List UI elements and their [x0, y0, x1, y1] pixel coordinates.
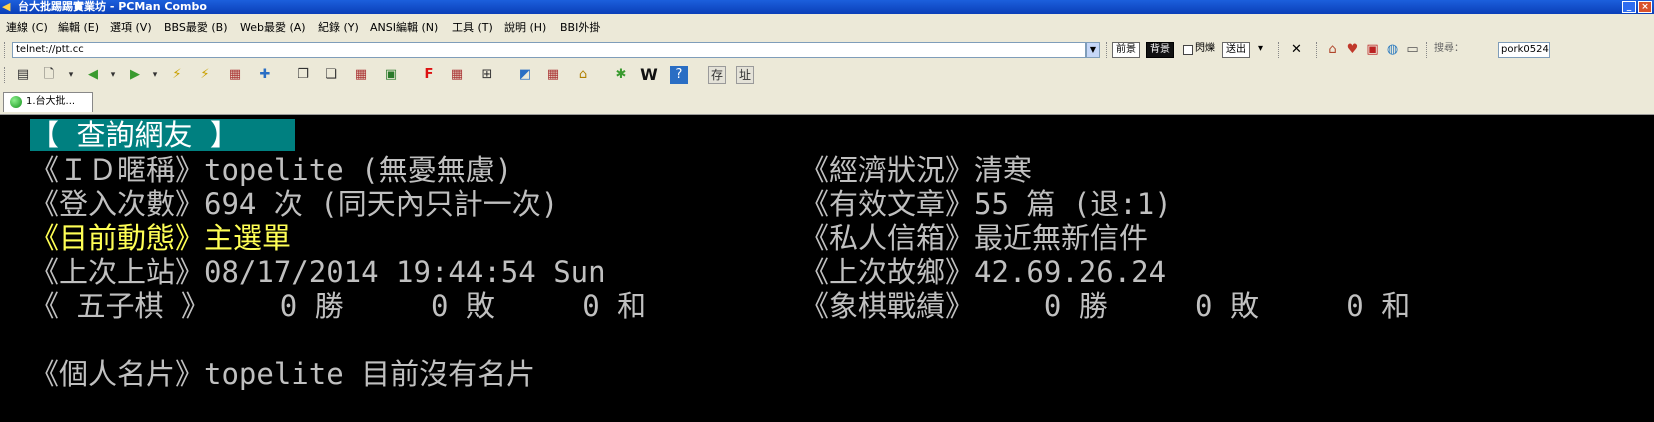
toolbar-grip[interactable]: [1106, 42, 1110, 58]
home-icon[interactable]: ⌂: [1324, 41, 1341, 58]
menu-edit[interactable]: 編輯 (E): [58, 19, 99, 35]
foreground-color-button[interactable]: 前景: [1112, 42, 1140, 58]
dropdown-icon[interactable]: ▾: [104, 66, 122, 84]
tab-connection-1[interactable]: 1.台大批...: [3, 92, 93, 112]
favorites-icon[interactable]: ♥: [1344, 41, 1361, 58]
menu-bar: 連線 (C) 編輯 (E) 選項 (V) BBS最愛 (B) Web最愛 (A)…: [0, 14, 1654, 38]
toolbar-grip[interactable]: [1278, 42, 1282, 58]
menu-log[interactable]: 紀錄 (Y): [318, 19, 359, 35]
send-dropdown-icon[interactable]: ▾: [1258, 42, 1263, 56]
copy-ansi-icon[interactable]: ▦: [352, 66, 370, 84]
address-button[interactable]: 址: [736, 66, 754, 84]
disconnect-icon[interactable]: ▦: [226, 66, 244, 84]
query-icon[interactable]: ?: [670, 66, 688, 84]
address-input[interactable]: telnet://ptt.cc: [12, 42, 1086, 58]
terminal-line-id: 《ＩＤ暱稱》topelite (無憂無慮): [30, 153, 513, 187]
settings-icon[interactable]: ▦: [544, 66, 562, 84]
terminal-line-logins: 《登入次數》694 次 (同天內只計一次): [30, 187, 559, 221]
globe-icon[interactable]: ◍: [1384, 41, 1401, 58]
terminal-line-chess: 《象棋戰績》 0 勝 0 敗 0 和: [800, 289, 1411, 323]
terminal-line-gomoku: 《 五子棋 》 0 勝 0 敗 0 和: [30, 289, 647, 323]
paste-ansi-icon[interactable]: ▣: [382, 66, 400, 84]
title-bar: ◀ 台大批踢踢實業坊 - PCMan Combo _ ×: [0, 0, 1654, 14]
tab-bar: 1.台大批...: [0, 88, 1654, 115]
toolbar-grip[interactable]: [1426, 42, 1430, 58]
blink-label: 閃爍: [1195, 43, 1215, 54]
menu-connect[interactable]: 連線 (C): [6, 19, 48, 35]
send-button[interactable]: 送出: [1222, 42, 1250, 58]
toolbar-grip[interactable]: [4, 67, 8, 83]
forward-arrow-icon[interactable]: ▶: [126, 66, 144, 84]
menu-tools[interactable]: 工具 (T): [452, 19, 493, 35]
resize-icon[interactable]: ⊞: [478, 66, 496, 84]
query-user-header: 【 查詢網友 】: [30, 119, 295, 151]
minimize-button[interactable]: _: [1622, 1, 1636, 13]
paste-icon[interactable]: ❏: [322, 66, 340, 84]
dropdown-icon[interactable]: ▾: [146, 66, 164, 84]
site-list-icon[interactable]: ▤: [14, 66, 32, 84]
history-icon[interactable]: ▣: [1364, 41, 1381, 58]
dropdown-icon[interactable]: ▾: [62, 66, 80, 84]
new-connection-icon[interactable]: 🗋: [40, 66, 58, 84]
wikipedia-icon[interactable]: W: [640, 66, 658, 84]
terminal-line-economy: 《經濟狀況》清寒: [800, 153, 1033, 187]
connected-status-icon: [10, 96, 22, 108]
store-button[interactable]: 存: [708, 66, 726, 84]
color-settings-icon[interactable]: ▦: [448, 66, 466, 84]
screenshot-icon[interactable]: ◩: [516, 66, 534, 84]
toolbar-grip[interactable]: [1316, 42, 1320, 58]
window-title: 台大批踢踢實業坊 - PCMan Combo: [18, 0, 207, 13]
menu-bbi-plugin[interactable]: BBI外掛: [560, 19, 600, 35]
reconnect-icon[interactable]: ⚡: [168, 66, 186, 84]
background-color-button[interactable]: 背景: [1146, 42, 1174, 58]
main-toolbar: ▤ 🗋 ▾ ◀ ▾ ▶ ▾ ⚡ ⚡ ▦ ✚ ❐ ❏ ▦ ▣ F ▦ ⊞ ◩ ▦ …: [0, 62, 1654, 89]
font-icon[interactable]: F: [420, 66, 438, 84]
search-input[interactable]: pork0524: [1498, 42, 1550, 58]
close-x-icon[interactable]: ✕: [1288, 41, 1305, 58]
menu-options[interactable]: 選項 (V): [110, 19, 152, 35]
menu-web-favorites[interactable]: Web最愛 (A): [240, 19, 306, 35]
lock-icon[interactable]: ⌂: [574, 66, 592, 84]
search-label: 搜尋：: [1434, 43, 1464, 54]
reconnect-all-icon[interactable]: ⚡: [196, 66, 214, 84]
address-toolbar: telnet://ptt.cc ▼ 前景 背景 閃爍 送出 ▾ ✕ ⌂ ♥ ▣ …: [0, 38, 1654, 63]
terminal-line-card: 《個人名片》topelite 目前沒有名片: [30, 357, 536, 391]
menu-ansi-edit[interactable]: ANSI編輯 (N): [370, 19, 438, 35]
tab-label: 1.台大批...: [26, 96, 76, 107]
back-arrow-icon[interactable]: ◀: [84, 66, 102, 84]
address-dropdown-button[interactable]: ▼: [1086, 42, 1100, 58]
terminal-screen[interactable]: 【 查詢網友 】 《ＩＤ暱稱》topelite (無憂無慮) 《登入次數》694…: [0, 115, 1654, 422]
menu-help[interactable]: 說明 (H): [504, 19, 546, 35]
toolbar-grip[interactable]: [4, 42, 8, 58]
menu-bbs-favorites[interactable]: BBS最愛 (B): [164, 19, 228, 35]
add-favorite-icon[interactable]: ✚: [256, 66, 274, 84]
terminal-line-hometown: 《上次故鄉》42.69.26.24: [800, 255, 1167, 289]
terminal-line-posts: 《有效文章》55 篇 (退:1): [800, 187, 1172, 221]
app-icon: ◀: [2, 0, 11, 13]
terminal-line-status: 《目前動態》主選單: [30, 221, 292, 255]
terminal-line-mailbox: 《私人信箱》最近無新信件: [800, 221, 1149, 255]
emoticon-icon[interactable]: ✱: [612, 66, 630, 84]
window-icon[interactable]: ▭: [1404, 41, 1421, 58]
terminal-line-last-login: 《上次上站》08/17/2014 19:44:54 Sun: [30, 255, 606, 289]
close-button[interactable]: ×: [1638, 1, 1652, 13]
copy-icon[interactable]: ❐: [294, 66, 312, 84]
blink-checkbox[interactable]: [1183, 45, 1193, 55]
